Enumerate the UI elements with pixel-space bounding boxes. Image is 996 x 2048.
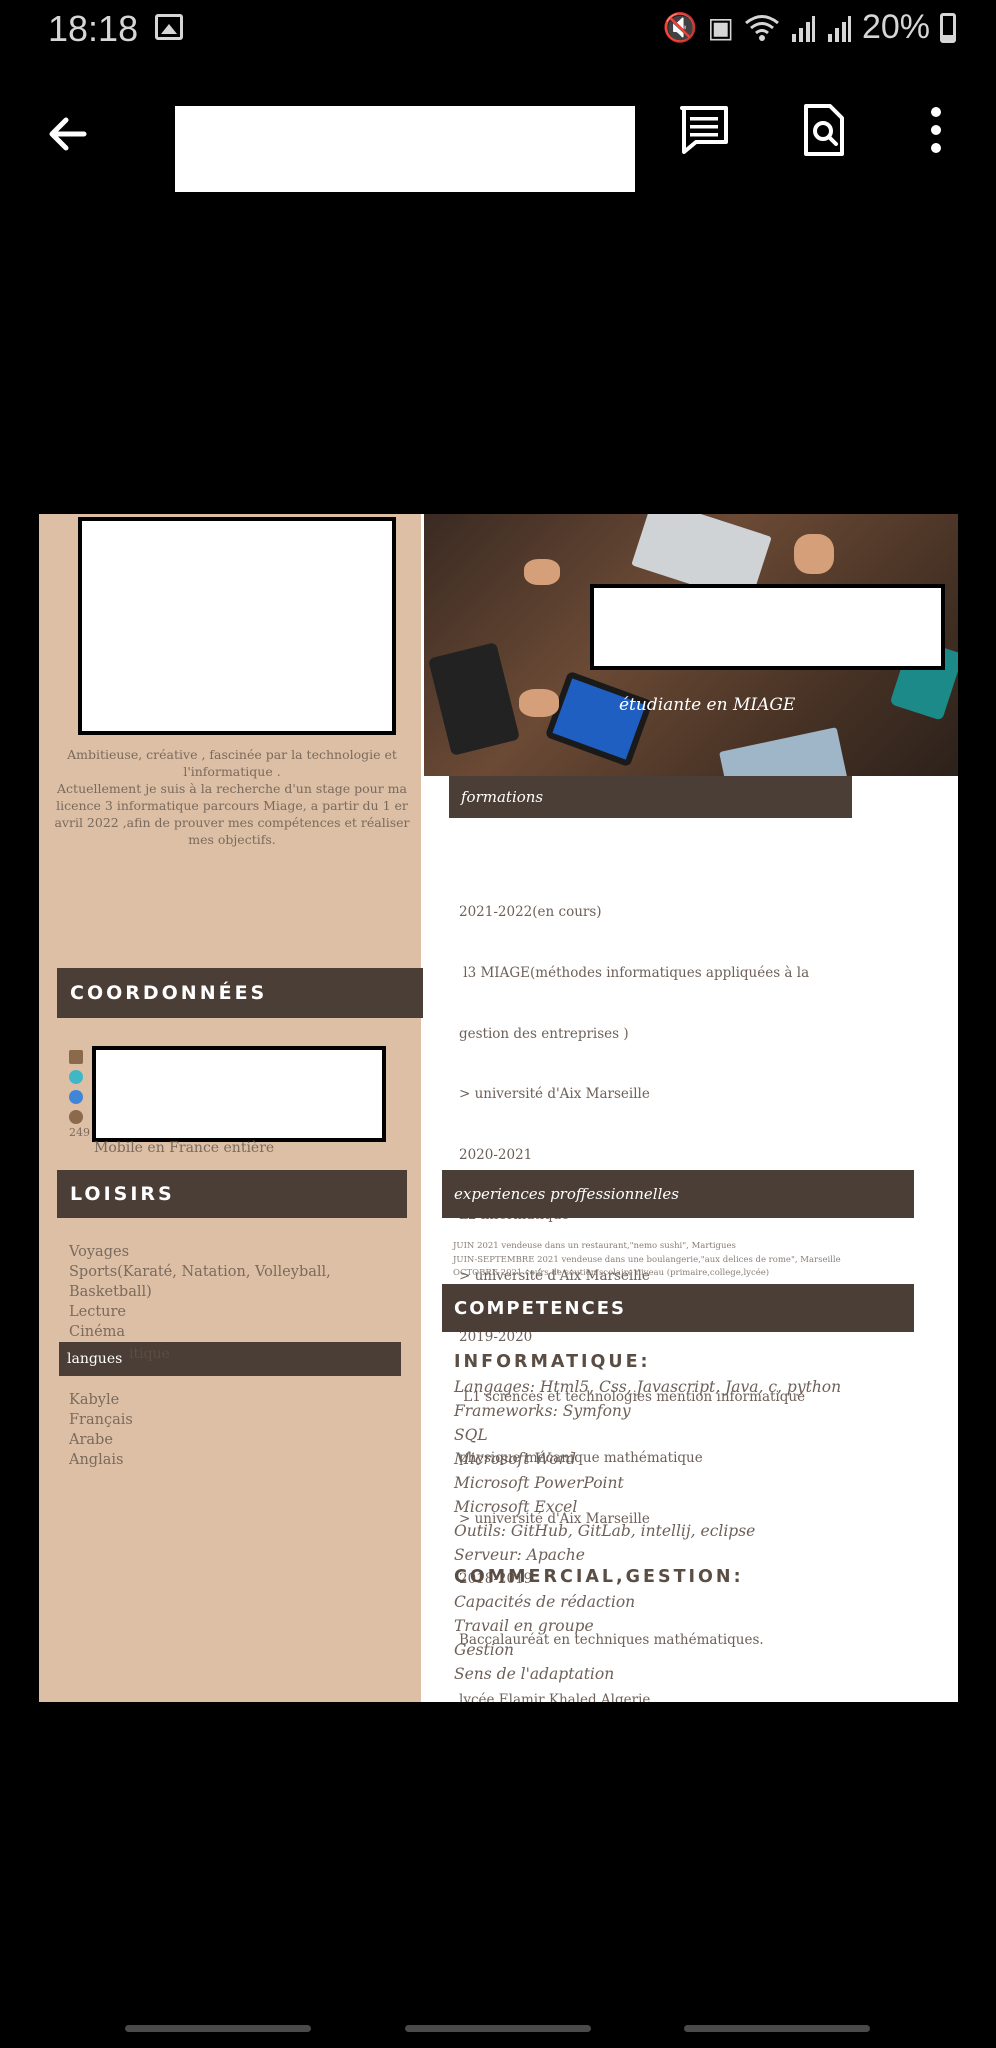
tablet-shape [544,670,654,768]
status-bar: 18:18 🔇 ▣ 20% [0,0,996,60]
data-saver-icon: ▣ [707,12,734,43]
list-item: lycée Elamir Khaled,Algerie [459,1692,651,1702]
status-time: 18:18 [48,8,139,49]
tablet-screen [552,678,646,760]
loisirs-list: Voyages Sports(Karaté, Natation, Volleyb… [69,1242,331,1342]
comment-icon[interactable] [676,102,732,158]
overlapped-text: itique [129,1346,170,1362]
list-item: Capacités de rédaction [454,1593,636,1611]
hand-shape [519,689,559,717]
list-item: Basketball) [69,1284,152,1300]
langues-list: Kabyle Français Arabe Anglais [69,1390,133,1470]
contact-number: 249 [69,1126,90,1139]
list-item: Langages: Html5, Css, Javascript, Java, … [454,1378,842,1396]
battery-icon [940,12,956,43]
competences-header: COMPETENCES [442,1284,914,1332]
list-item: JUIN-SEPTEMBRE 2021 vendeuse dans une bo… [453,1254,841,1265]
intro-text: Ambitieuse, créative , fascinée par la t… [54,747,410,847]
nav-home-button[interactable] [405,2025,591,2032]
hand-shape [524,559,560,585]
langues-header: langues [59,1342,401,1376]
experiences-header: experiences proffessionnelles [442,1170,914,1218]
resume-page: Ambitieuse, créative , fascinée par la t… [39,514,958,1702]
list-item: OCTOBRE 2021 cours de soutien scolaire n… [453,1268,770,1278]
location-icon [69,1090,83,1104]
subtitle: étudiante en MIAGE [619,695,796,715]
list-item: Kabyle [69,1392,120,1408]
nav-back-button[interactable] [684,2025,870,2032]
battery-percent: 20% [861,8,930,46]
list-item: Français [69,1412,133,1428]
list-item: Arabe [69,1432,113,1448]
mute-icon: 🔇 [662,12,698,43]
list-item: Microsoft Word [454,1450,576,1468]
list-item: Sports(Karaté, Natation, Volleyball, [69,1264,331,1280]
system-nav-bar [0,2010,996,2048]
list-item: Cinéma [69,1324,126,1340]
list-item: Microsoft Excel [454,1498,578,1516]
app-toolbar [0,90,996,192]
list-item: SQL [454,1426,488,1444]
list-item: 2021-2022(en cours) [459,904,602,921]
phone-icon [69,1050,83,1064]
list-item: JUIN 2021 vendeuse dans un restaurant,"n… [453,1241,736,1251]
experiences-list: JUIN 2021 vendeuse dans un restaurant,"n… [453,1240,841,1281]
coordonnees-header: COORDONNÉES [57,968,423,1018]
competences-list: INFORMATIQUE: Langages: Html5, Css, Java… [454,1352,841,1686]
commercial-title: COMMERCIAL,GESTION: [454,1567,744,1587]
loisirs-header: LOISIRS [57,1170,407,1218]
list-item: Travail en groupe [454,1617,594,1635]
hand-shape [794,534,834,574]
signal-icon [791,15,815,42]
email-icon [69,1070,83,1084]
more-vert-icon[interactable] [918,102,974,158]
list-item: Outils: GitHub, GitLab, intellij, eclips… [454,1522,756,1540]
list-item: Gestion [454,1641,515,1659]
redacted-photo [78,517,396,735]
list-item: l3 MIAGE(méthodes informatiques appliqué… [459,965,810,982]
informatique-title: INFORMATIQUE: [454,1352,651,1372]
list-item: Frameworks: Symfony [454,1402,631,1420]
home-icon [69,1110,83,1124]
list-item: gestion des entreprises ) [459,1025,629,1042]
list-item: 2020-2021 [459,1146,533,1163]
list-item: Sens de l'adaptation [454,1665,615,1683]
list-item: > université d'Aix Marseille [459,1086,650,1103]
phone-shape [427,642,521,756]
list-item: Serveur: Apache [454,1546,585,1564]
wifi-icon [744,14,779,41]
redacted-document-title [175,106,635,192]
status-icons: 🔇 ▣ 20% [663,8,956,47]
formations-header: formations [449,776,852,818]
list-item: Microsoft PowerPoint [454,1474,624,1492]
list-item: Lecture [69,1304,127,1320]
back-arrow-icon[interactable] [44,110,92,158]
search-document-icon[interactable] [796,102,852,158]
redacted-contact-info [92,1046,386,1142]
mobile-text: Mobile en France entière [94,1140,275,1156]
nav-recents-button[interactable] [125,2025,311,2032]
list-item: Voyages [69,1244,130,1260]
redacted-name [590,584,945,670]
laptop-shape [719,727,849,776]
gallery-notification-icon [155,14,183,40]
signal-icon-2 [827,15,851,42]
list-item: Anglais [69,1452,124,1468]
